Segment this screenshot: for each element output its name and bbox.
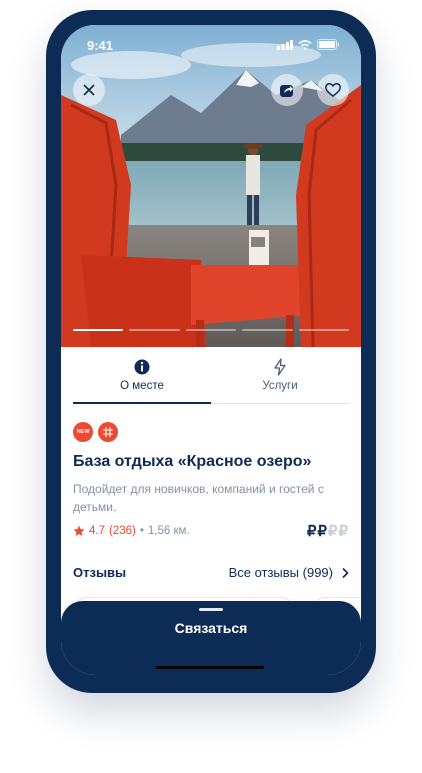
status-bar: 9:41: [61, 25, 361, 65]
tab-services-label: Услуги: [262, 380, 298, 392]
phone-frame: 9:41 О месте Услуги NEW База отдыха «Кра…: [46, 10, 376, 693]
sheet-handle[interactable]: [199, 608, 223, 611]
tab-about-label: О месте: [120, 380, 164, 392]
badges: NEW: [73, 422, 118, 442]
place-photo[interactable]: 9:41: [61, 25, 361, 347]
home-indicator: [156, 666, 264, 669]
gallery-pagination: [73, 329, 350, 331]
share-icon: [280, 85, 293, 97]
pagination-dot: [298, 329, 350, 331]
tab-bar: О месте Услуги: [73, 347, 349, 404]
pagination-dot: [185, 329, 237, 331]
share-button[interactable]: [271, 74, 303, 106]
battery-icon: [317, 39, 339, 50]
all-reviews-link[interactable]: Все отзывы (999): [229, 565, 349, 580]
status-time: 9:41: [87, 38, 114, 53]
close-icon: [83, 84, 95, 96]
pagination-dot: [129, 329, 180, 331]
lightning-icon: [274, 358, 286, 376]
grid-icon: [103, 427, 113, 437]
rating-value: 4.7: [89, 525, 105, 537]
all-reviews-label: Все отзывы (999): [228, 565, 333, 580]
place-description: Подойдет для новичков, компаний и гостей…: [73, 482, 324, 514]
rating-count: (236): [109, 525, 136, 537]
distance: 1,56 км.: [147, 525, 190, 537]
chevron-right-icon: [342, 567, 349, 578]
place-title: База отдыха «Красное озеро»: [73, 453, 312, 470]
grid-badge-icon: [98, 422, 118, 442]
signal-icon: [277, 39, 293, 50]
price-level: ₽₽₽₽: [307, 522, 349, 540]
reviews-row: Отзывы Все отзывы (999): [73, 565, 349, 585]
place-meta: 4.7 (236) • 1,56 км.: [73, 525, 190, 537]
pagination-dot: [242, 329, 293, 331]
favorite-button[interactable]: [317, 74, 349, 106]
info-icon: [134, 359, 150, 375]
new-badge-icon: NEW: [73, 422, 93, 442]
tab-services[interactable]: Услуги: [211, 347, 349, 403]
meta-separator: •: [139, 525, 144, 537]
wifi-icon: [298, 39, 312, 50]
status-icons: [277, 39, 339, 50]
contact-sheet[interactable]: Связаться: [61, 601, 361, 675]
close-button[interactable]: [73, 74, 105, 106]
tab-about[interactable]: О месте: [73, 347, 211, 404]
heart-icon: [325, 83, 341, 97]
price-active: ₽₽: [306, 523, 328, 540]
price-inactive: ₽₽: [327, 523, 349, 540]
screen: 9:41 О месте Услуги NEW База отдыха «Кра…: [61, 25, 361, 675]
contact-button[interactable]: Связаться: [61, 620, 361, 636]
pagination-dot: [73, 329, 124, 331]
photo-illustration: [61, 25, 361, 347]
reviews-label: Отзывы: [73, 565, 127, 580]
star-icon: [73, 525, 85, 536]
